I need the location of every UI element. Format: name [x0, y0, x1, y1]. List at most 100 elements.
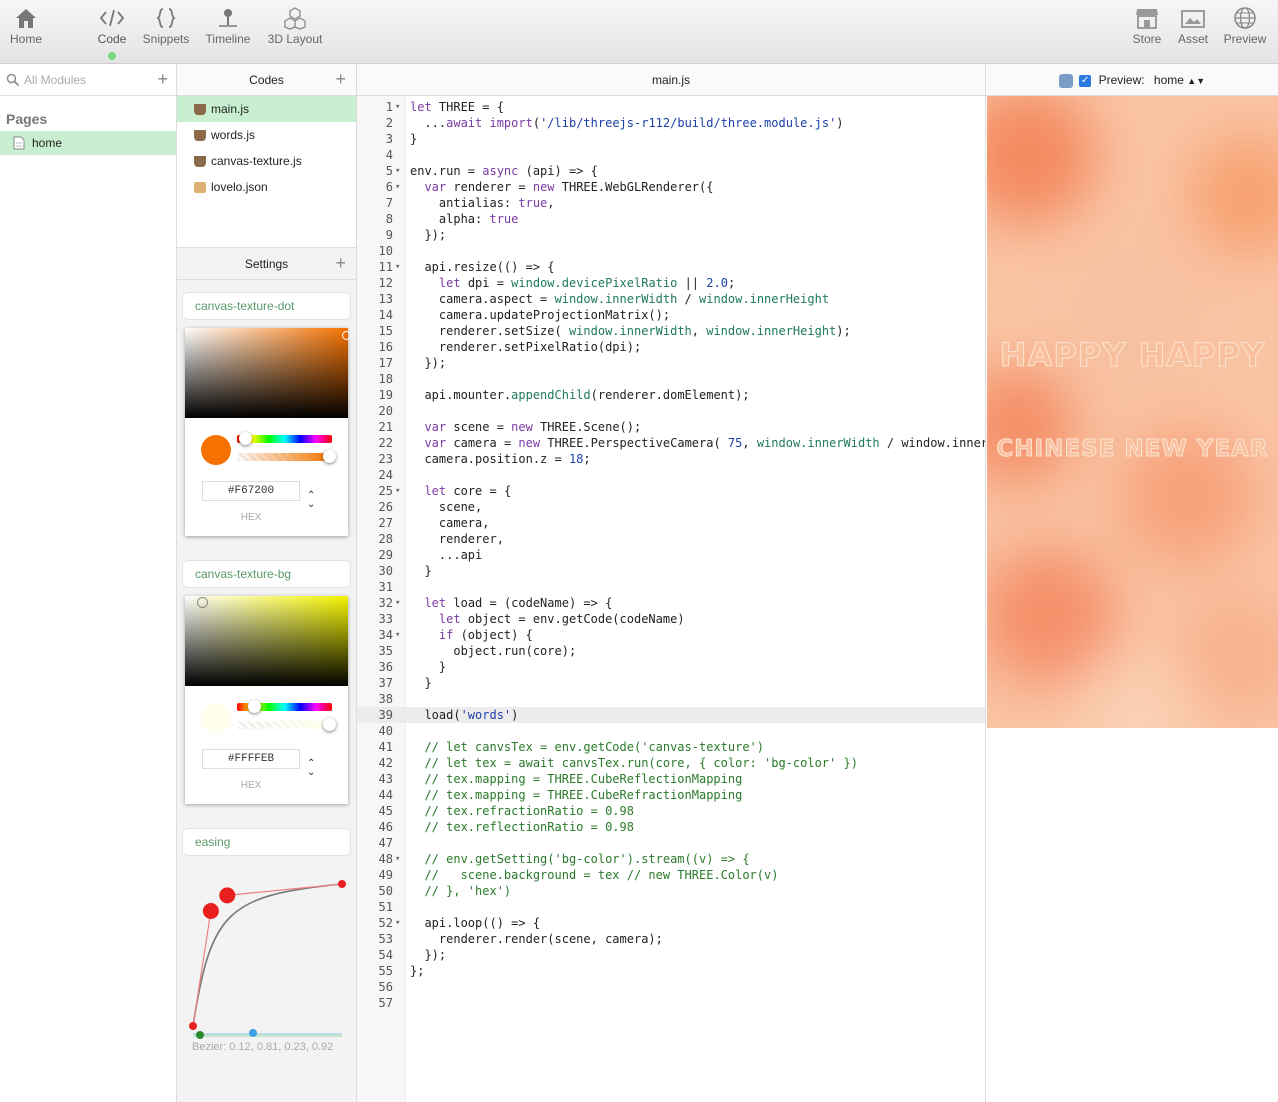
- code-line[interactable]: 47: [357, 835, 985, 851]
- bezier-control-point-1[interactable]: [202, 902, 219, 919]
- code-line[interactable]: 8 alpha: true: [357, 211, 985, 227]
- add-code-button[interactable]: +: [335, 64, 346, 94]
- fold-toggle-icon[interactable]: ▾: [395, 627, 400, 643]
- toolbar-timeline-button[interactable]: Timeline: [204, 6, 252, 46]
- code-line[interactable]: 25 ▾ let core = {: [357, 483, 985, 499]
- file-item-main-js[interactable]: main.js: [177, 96, 356, 122]
- toolbar-store-button[interactable]: Store: [1128, 6, 1166, 46]
- code-line[interactable]: 27 camera,: [357, 515, 985, 531]
- code-line[interactable]: 42 // let tex = await canvsTex.run(core,…: [357, 755, 985, 771]
- code-line[interactable]: 41 // let canvsTex = env.getCode('canvas…: [357, 739, 985, 755]
- code-line[interactable]: 48 ▾ // env.getSetting('bg-color').stream…: [357, 851, 985, 867]
- fold-toggle-icon[interactable]: ▾: [395, 179, 400, 195]
- code-line[interactable]: 39 load('words'): [357, 707, 985, 723]
- code-line[interactable]: 4: [357, 147, 985, 163]
- code-line[interactable]: 34 ▾ if (object) {: [357, 627, 985, 643]
- code-line[interactable]: 20: [357, 403, 985, 419]
- code-line[interactable]: 57: [357, 995, 985, 1011]
- bezier-control-point-2[interactable]: [219, 887, 236, 904]
- code-line[interactable]: 54 });: [357, 947, 985, 963]
- code-line[interactable]: 56: [357, 979, 985, 995]
- hex-input[interactable]: #F67200: [202, 481, 300, 501]
- code-line[interactable]: 22 var camera = new THREE.PerspectiveCam…: [357, 435, 985, 451]
- fold-toggle-icon[interactable]: ▾: [395, 851, 400, 867]
- code-line[interactable]: 43 // tex.mapping = THREE.CubeReflection…: [357, 771, 985, 787]
- alpha-handle[interactable]: [323, 718, 336, 731]
- add-module-button[interactable]: +: [157, 64, 168, 94]
- format-toggle[interactable]: ⌃ ⌄: [307, 759, 315, 778]
- fold-toggle-icon[interactable]: ▾: [395, 595, 400, 611]
- format-toggle[interactable]: ⌃ ⌄: [307, 491, 315, 510]
- code-line[interactable]: 36 }: [357, 659, 985, 675]
- alpha-handle[interactable]: [323, 450, 336, 463]
- code-line[interactable]: 14 camera.updateProjectionMatrix();: [357, 307, 985, 323]
- toolbar-code-button[interactable]: Code: [94, 6, 130, 60]
- code-line[interactable]: 28 renderer,: [357, 531, 985, 547]
- code-line[interactable]: 12 let dpi = window.devicePixelRatio || …: [357, 275, 985, 291]
- refresh-icon[interactable]: [1058, 73, 1073, 88]
- code-line[interactable]: 26 scene,: [357, 499, 985, 515]
- code-line[interactable]: 17 });: [357, 355, 985, 371]
- hue-slider[interactable]: [237, 432, 332, 445]
- fold-toggle-icon[interactable]: ▾: [395, 99, 400, 115]
- code-line[interactable]: 45 // tex.refractionRatio = 0.98: [357, 803, 985, 819]
- code-line[interactable]: 52 ▾ api.loop(() => {: [357, 915, 985, 931]
- hex-input[interactable]: #FFFFEB: [202, 749, 300, 769]
- sv-handle[interactable]: [342, 331, 351, 340]
- code-line[interactable]: 31: [357, 579, 985, 595]
- alpha-slider[interactable]: [237, 450, 336, 463]
- fold-toggle-icon[interactable]: ▾: [395, 915, 400, 931]
- code-line[interactable]: 13 camera.aspect = window.innerWidth / w…: [357, 291, 985, 307]
- code-line[interactable]: 10: [357, 243, 985, 259]
- code-line[interactable]: 44 // tex.mapping = THREE.CubeRefraction…: [357, 787, 985, 803]
- code-line[interactable]: 21 var scene = new THREE.Scene();: [357, 419, 985, 435]
- page-item-home[interactable]: home: [0, 131, 176, 155]
- fold-toggle-icon[interactable]: ▾: [395, 163, 400, 179]
- code-line[interactable]: 51: [357, 899, 985, 915]
- code-line[interactable]: 50 // }, 'hex'): [357, 883, 985, 899]
- hue-handle[interactable]: [239, 432, 252, 445]
- toolbar-3d-layout-button[interactable]: 3D Layout: [264, 6, 326, 46]
- code-line[interactable]: 33 let object = env.getCode(codeName): [357, 611, 985, 627]
- code-line[interactable]: 1 ▾ let THREE = {: [357, 99, 985, 115]
- preview-page-select[interactable]: home: [1154, 73, 1184, 87]
- code-line[interactable]: 37 }: [357, 675, 985, 691]
- saturation-value-area[interactable]: [185, 328, 351, 418]
- code-line[interactable]: 40: [357, 723, 985, 739]
- code-line[interactable]: 6 ▾ var renderer = new THREE.WebGLRendere…: [357, 179, 985, 195]
- code-line[interactable]: 55};: [357, 963, 985, 979]
- code-editor[interactable]: 1 ▾ let THREE = {2 ...await import('/lib/t…: [357, 96, 985, 1102]
- toolbar-asset-button[interactable]: Asset: [1174, 6, 1212, 46]
- hue-slider[interactable]: [237, 700, 332, 713]
- alpha-slider[interactable]: [237, 718, 336, 731]
- code-line[interactable]: 2 ...await import('/lib/threejs-r112/bui…: [357, 115, 985, 131]
- preview-canvas[interactable]: HAPPY HAPPY CHINESE NEW YEAR: [987, 96, 1278, 728]
- code-line[interactable]: 15 renderer.setSize( window.innerWidth, …: [357, 323, 985, 339]
- preview-checkbox[interactable]: ✓: [1079, 74, 1092, 87]
- timeline-start-marker[interactable]: [196, 1031, 204, 1039]
- sv-handle[interactable]: [197, 597, 208, 608]
- add-setting-button[interactable]: +: [335, 248, 346, 278]
- code-line[interactable]: 9 });: [357, 227, 985, 243]
- code-line[interactable]: 29 ...api: [357, 547, 985, 563]
- code-line[interactable]: 5 ▾ env.run = async (api) => {: [357, 163, 985, 179]
- timeline-progress-marker[interactable]: [249, 1029, 257, 1037]
- file-item-canvas-texture-js[interactable]: canvas-texture.js: [177, 148, 356, 174]
- hue-handle[interactable]: [248, 700, 261, 713]
- code-line[interactable]: 11 ▾ api.resize(() => {: [357, 259, 985, 275]
- code-line[interactable]: 7 antialias: true,: [357, 195, 985, 211]
- fold-toggle-icon[interactable]: ▾: [395, 483, 400, 499]
- code-line[interactable]: 35 object.run(core);: [357, 643, 985, 659]
- code-line[interactable]: 16 renderer.setPixelRatio(dpi);: [357, 339, 985, 355]
- code-line[interactable]: 32 ▾ let load = (codeName) => {: [357, 595, 985, 611]
- toolbar-preview-button[interactable]: Preview: [1222, 6, 1268, 46]
- code-line[interactable]: 53 renderer.render(scene, camera);: [357, 931, 985, 947]
- toolbar-snippets-button[interactable]: Snippets: [142, 6, 190, 46]
- file-item-lovelo-json[interactable]: lovelo.json: [177, 174, 356, 200]
- code-line[interactable]: 30 }: [357, 563, 985, 579]
- code-line[interactable]: 3}: [357, 131, 985, 147]
- file-item-words-js[interactable]: words.js: [177, 122, 356, 148]
- code-line[interactable]: 46 // tex.reflectionRatio = 0.98: [357, 819, 985, 835]
- saturation-value-area[interactable]: [185, 596, 348, 686]
- code-line[interactable]: 49 // scene.background = tex // new THRE…: [357, 867, 985, 883]
